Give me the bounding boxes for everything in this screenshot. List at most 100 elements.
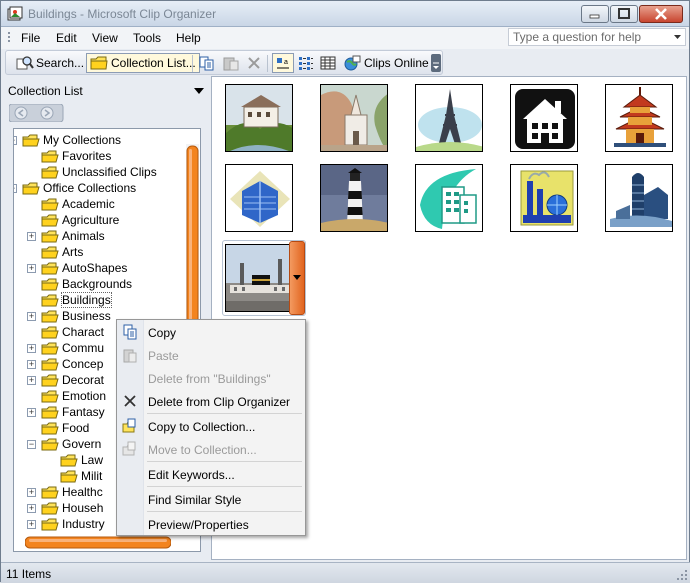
tree-item[interactable]: Academic — [41, 196, 115, 212]
folder-icon — [60, 454, 78, 466]
menu-view[interactable]: View — [92, 31, 118, 45]
context-preview-properties[interactable]: Preview/Properties — [117, 514, 305, 534]
tree-item[interactable]: Agriculture — [41, 212, 119, 228]
expand-icon[interactable]: + — [27, 488, 36, 497]
expand-icon[interactable]: + — [27, 408, 36, 417]
expand-icon[interactable]: + — [27, 504, 36, 513]
collection-list-button[interactable]: Collection List... — [86, 53, 200, 73]
tree-item[interactable]: Law — [60, 452, 103, 468]
close-button[interactable] — [639, 5, 683, 23]
context-separator — [147, 461, 302, 462]
clip-thumbnail[interactable] — [605, 164, 673, 232]
context-delete-from-organizer[interactable]: Delete from Clip Organizer — [117, 391, 305, 411]
tree-item-label: Buildings — [61, 292, 112, 308]
tree-item-label: Agriculture — [62, 213, 120, 227]
tree-item-label: Favorites — [62, 149, 112, 163]
context-copy-to-collection[interactable]: Copy to Collection... — [117, 416, 305, 436]
expand-icon[interactable]: + — [27, 232, 36, 241]
menu-help[interactable]: Help — [176, 31, 201, 45]
folder-icon — [41, 294, 59, 306]
context-find-similar-style[interactable]: Find Similar Style — [117, 489, 305, 509]
resize-grip-icon[interactable] — [676, 569, 688, 581]
clip-dropdown-button[interactable] — [289, 241, 305, 315]
expand-icon[interactable]: + — [27, 360, 36, 369]
clip-thumbnail-selected[interactable] — [225, 244, 293, 312]
tree-item[interactable]: AutoShapes — [41, 260, 127, 276]
tree-item[interactable]: Milit — [60, 468, 102, 484]
tree-item[interactable]: Animals — [41, 228, 105, 244]
tree-item[interactable]: Unclassified Clips — [41, 164, 157, 180]
tree-item[interactable]: Fantasy — [41, 404, 105, 420]
forward-icon[interactable] — [40, 106, 54, 120]
clip-thumbnail[interactable] — [320, 84, 388, 152]
tree-item[interactable]: Backgrounds — [41, 276, 132, 292]
context-edit-keywords[interactable]: Edit Keywords... — [117, 464, 305, 484]
tree-item[interactable]: Emotion — [41, 388, 106, 404]
thumbnails-view-button[interactable]: a — [272, 53, 294, 73]
tree-horizontal-scrollbar[interactable] — [25, 536, 171, 549]
expand-icon[interactable]: + — [27, 520, 36, 529]
list-view-button[interactable] — [298, 53, 314, 73]
search-button[interactable]: Search... — [16, 53, 84, 73]
menu-tools[interactable]: Tools — [133, 31, 161, 45]
folder-icon — [60, 470, 78, 482]
expand-icon[interactable]: + — [27, 344, 36, 353]
clip-thumbnail[interactable] — [605, 84, 673, 152]
context-copy[interactable]: Copy — [117, 322, 305, 342]
tree-item[interactable]: Business — [41, 308, 111, 324]
minimize-icon — [589, 14, 600, 19]
clip-thumbnail[interactable] — [510, 164, 578, 232]
maximize-button[interactable] — [610, 5, 638, 23]
menu-file[interactable]: File — [21, 31, 40, 45]
clip-thumbnail[interactable] — [225, 164, 293, 232]
tree-item[interactable]: Healthc — [41, 484, 103, 500]
expand-icon[interactable]: + — [27, 264, 36, 273]
clip-thumbnail[interactable] — [225, 84, 293, 152]
title-bar[interactable]: Buildings - Microsoft Clip Organizer — [1, 1, 689, 27]
clip-thumbnail[interactable] — [510, 84, 578, 152]
collapse-icon[interactable]: − — [14, 136, 17, 145]
tree-item-label: Decorat — [62, 373, 105, 387]
tree-item-label: Govern — [62, 437, 102, 451]
expand-icon[interactable]: + — [27, 312, 36, 321]
details-view-button[interactable] — [320, 53, 336, 73]
delete-toolbar-button[interactable] — [246, 53, 262, 73]
collection-list-dropdown-icon[interactable] — [194, 88, 204, 94]
tree-item[interactable]: Office Collections — [22, 180, 136, 196]
tree-item-label: Animals — [62, 229, 105, 243]
copy-toolbar-button[interactable] — [198, 53, 216, 73]
thumbnails-view-icon: a — [277, 58, 289, 69]
tree-item-label: Business — [62, 309, 111, 323]
folder-icon — [41, 278, 59, 290]
expand-icon[interactable]: + — [27, 376, 36, 385]
tree-item[interactable]: Govern — [41, 436, 101, 452]
context-move-to-collection[interactable]: Move to Collection... — [117, 439, 305, 459]
paste-toolbar-button[interactable] — [222, 53, 240, 73]
tree-item[interactable]: Industry — [41, 516, 105, 532]
tree-item[interactable]: Commu — [41, 340, 104, 356]
help-search-input[interactable]: Type a question for help — [508, 28, 686, 46]
tree-item[interactable]: Concep — [41, 356, 103, 372]
clip-thumbnail[interactable] — [415, 164, 483, 232]
collapse-icon[interactable]: − — [14, 184, 17, 193]
tree-item[interactable]: Arts — [41, 244, 83, 260]
tree-item[interactable]: Favorites — [41, 148, 111, 164]
tree-item[interactable]: My Collections — [22, 132, 121, 148]
collapse-icon[interactable]: − — [27, 440, 36, 449]
context-paste[interactable]: Paste — [117, 345, 305, 365]
toolbar: Search... Collection List... a Clips Onl… — [5, 50, 443, 75]
context-delete-from-collection[interactable]: Delete from "Buildings" — [117, 368, 305, 388]
clip-thumbnail[interactable] — [415, 84, 483, 152]
clip-context-menu: Copy Paste Delete from "Buildings" Delet… — [116, 319, 306, 536]
minimize-button[interactable] — [581, 5, 609, 23]
menu-edit[interactable]: Edit — [56, 31, 77, 45]
tree-item[interactable]: Food — [41, 420, 89, 436]
back-icon[interactable] — [14, 106, 28, 120]
tree-item[interactable]: Decorat — [41, 372, 104, 388]
tree-item[interactable]: Charact — [41, 324, 104, 340]
tree-item[interactable]: Buildings — [41, 292, 112, 308]
tree-item[interactable]: Househ — [41, 500, 103, 516]
clips-online-button[interactable]: Clips Online — [343, 53, 429, 73]
clip-thumbnail[interactable] — [320, 164, 388, 232]
toolbar-options-button[interactable] — [431, 53, 441, 73]
